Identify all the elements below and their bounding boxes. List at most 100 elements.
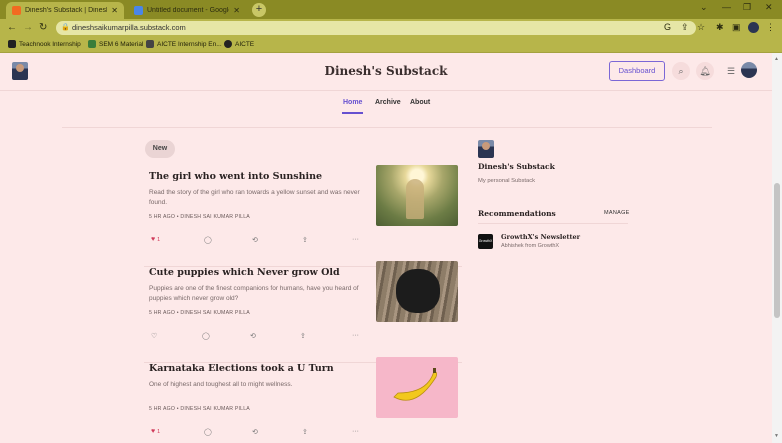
comment-icon[interactable]: ◯ [204, 236, 212, 244]
recommendations-heading: Recommendations [478, 209, 556, 218]
post-meta: 5 HR AGO • DINESH SAI KUMAR PILLA [149, 406, 250, 412]
post-thumbnail[interactable] [376, 261, 458, 322]
bell-icon[interactable]: 🔔︎ [696, 62, 714, 80]
post-subtitle: Puppies are one of the finest companions… [149, 285, 359, 302]
more-icon[interactable]: ··· [352, 236, 359, 243]
teachnook-icon [8, 40, 16, 48]
share-icon[interactable]: ⇪ [302, 236, 308, 244]
post-meta: 5 HR AGO • DINESH SAI KUMAR PILLA [149, 310, 250, 316]
recommendation-desc: Abhishek from GrowthX [501, 243, 560, 249]
close-window-icon[interactable]: ✕ [765, 2, 773, 13]
sidepanel-icon[interactable]: ▣ [732, 22, 741, 33]
address-toolbar: ← → ↻ 🔒 dineshsaikumarpilla.substack.com… [0, 19, 782, 37]
bookmark-star-icon[interactable]: ☆ [697, 22, 705, 33]
sidebar-publication-logo[interactable] [478, 140, 494, 158]
more-icon[interactable]: ··· [352, 332, 359, 339]
scroll-down-icon[interactable]: ▼ [774, 433, 779, 439]
bookmarks-bar: Teachnook Internship SEM 6 Material AICT… [0, 37, 782, 53]
page-scrollbar[interactable]: ▲ ▼ [772, 53, 782, 443]
share-icon[interactable]: ⇪ [681, 22, 689, 33]
minimize-icon[interactable]: — [722, 2, 731, 12]
site-header: Dinesh's Substack Dashboard ⌕ 🔔︎ ☰ [0, 53, 772, 91]
tab-title: Untitled document - Google Do [147, 7, 229, 14]
bookmark-aicte[interactable]: AICTE [224, 40, 254, 48]
publication-nav: Home Archive About [0, 91, 772, 114]
restore-icon[interactable]: ❐ [743, 2, 751, 13]
close-tab-icon[interactable]: ✕ [233, 6, 240, 15]
recommendations-divider [478, 223, 628, 224]
content-divider [62, 127, 712, 128]
drive-icon [88, 40, 96, 48]
aicte-globe-icon [224, 40, 232, 48]
forward-icon[interactable]: → [23, 22, 33, 33]
post-title[interactable]: Karnataka Elections took a U Turn [149, 363, 334, 374]
search-icon[interactable]: ⌕ [672, 62, 690, 80]
address-input[interactable]: 🔒 dineshsaikumarpilla.substack.com [56, 21, 696, 35]
post-title[interactable]: Cute puppies which Never grow Old [149, 267, 340, 278]
like-button[interactable]: ♥ 1 [151, 428, 160, 435]
post-subtitle: Read the story of the girl who ran towar… [149, 189, 360, 206]
post-subtitle: One of highest and toughest all to might… [149, 381, 293, 388]
heart-icon: ♥ [151, 428, 156, 435]
sidebar-title[interactable]: Dinesh's Substack [478, 162, 555, 171]
url-text: dineshsaikumarpilla.substack.com [72, 23, 186, 32]
bookmark-teachnook[interactable]: Teachnook Internship [8, 40, 81, 48]
share-icon[interactable]: ⇪ [302, 428, 308, 436]
banana-icon [393, 368, 438, 401]
back-icon[interactable]: ← [7, 22, 17, 33]
comment-icon[interactable]: ◯ [204, 428, 212, 436]
tab-search-icon[interactable]: ⌄ [700, 2, 708, 13]
restack-icon[interactable]: ⟲ [252, 236, 258, 244]
comment-icon[interactable]: ◯ [202, 332, 210, 340]
share-icon[interactable]: ⇪ [300, 332, 306, 340]
tab-archive[interactable]: Archive [375, 99, 401, 106]
bookmark-aicte-internship[interactable]: AICTE Internship En... [146, 40, 222, 48]
more-icon[interactable]: ··· [352, 428, 359, 435]
post-meta: 5 HR AGO • DINESH SAI KUMAR PILLA [149, 214, 250, 220]
growthx-logo[interactable]: GrowthX [478, 234, 493, 249]
like-button[interactable]: ♡ [151, 332, 157, 340]
google-docs-favicon-icon [134, 6, 143, 15]
restack-icon[interactable]: ⟲ [250, 332, 256, 340]
recommendation-name[interactable]: GrowthX's Newsletter [501, 233, 580, 241]
manage-link[interactable]: MANAGE [604, 210, 630, 216]
like-count: 1 [157, 237, 161, 243]
post-item[interactable]: Cute puppies which Never grow Old Puppie… [144, 261, 462, 363]
tab-title: Dinesh's Substack | Dinesh Sai K [25, 7, 107, 14]
post-thumbnail[interactable] [376, 357, 458, 418]
dashboard-button[interactable]: Dashboard [609, 61, 665, 81]
browser-tab-google-doc[interactable]: Untitled document - Google Do ✕ [128, 2, 246, 19]
substack-page: Dinesh's Substack Dashboard ⌕ 🔔︎ ☰ Home … [0, 53, 772, 443]
post-item[interactable]: Karnataka Elections took a U Turn One of… [144, 357, 462, 443]
sidebar-subtitle: My personal Substack [478, 178, 536, 184]
browser-tab-bar: Dinesh's Substack | Dinesh Sai K ✕ Untit… [0, 0, 782, 19]
browser-menu-icon[interactable]: ⋮ [766, 22, 775, 33]
aicte-icon [146, 40, 154, 48]
menu-icon[interactable]: ☰ [722, 62, 740, 80]
extensions-icon[interactable]: ✱ [716, 22, 724, 33]
heart-icon: ♥ [151, 236, 156, 243]
tab-home[interactable]: Home [343, 99, 362, 106]
bookmark-sem6[interactable]: SEM 6 Material [88, 40, 143, 48]
post-item[interactable]: The girl who went into Sunshine Read the… [144, 165, 462, 267]
like-count: 1 [157, 429, 161, 435]
new-filter-pill[interactable]: New [145, 140, 175, 158]
reload-icon[interactable]: ↻ [39, 22, 47, 33]
active-tab-indicator [342, 112, 363, 114]
lock-icon: 🔒 [61, 24, 70, 31]
heart-outline-icon: ♡ [151, 333, 158, 340]
restack-icon[interactable]: ⟲ [252, 428, 258, 436]
scroll-up-icon[interactable]: ▲ [774, 56, 779, 62]
profile-avatar[interactable] [748, 22, 759, 33]
user-avatar[interactable] [741, 62, 757, 78]
post-thumbnail[interactable] [376, 165, 458, 226]
google-icon[interactable]: G [664, 22, 671, 32]
like-button[interactable]: ♥ 1 [151, 236, 160, 243]
substack-favicon-icon [12, 6, 21, 15]
browser-tab-substack[interactable]: Dinesh's Substack | Dinesh Sai K ✕ [6, 2, 124, 19]
new-tab-button[interactable]: + [252, 3, 266, 17]
scrollbar-thumb[interactable] [774, 183, 780, 318]
tab-about[interactable]: About [410, 99, 430, 106]
post-title[interactable]: The girl who went into Sunshine [149, 171, 322, 182]
close-tab-icon[interactable]: ✕ [111, 6, 118, 15]
